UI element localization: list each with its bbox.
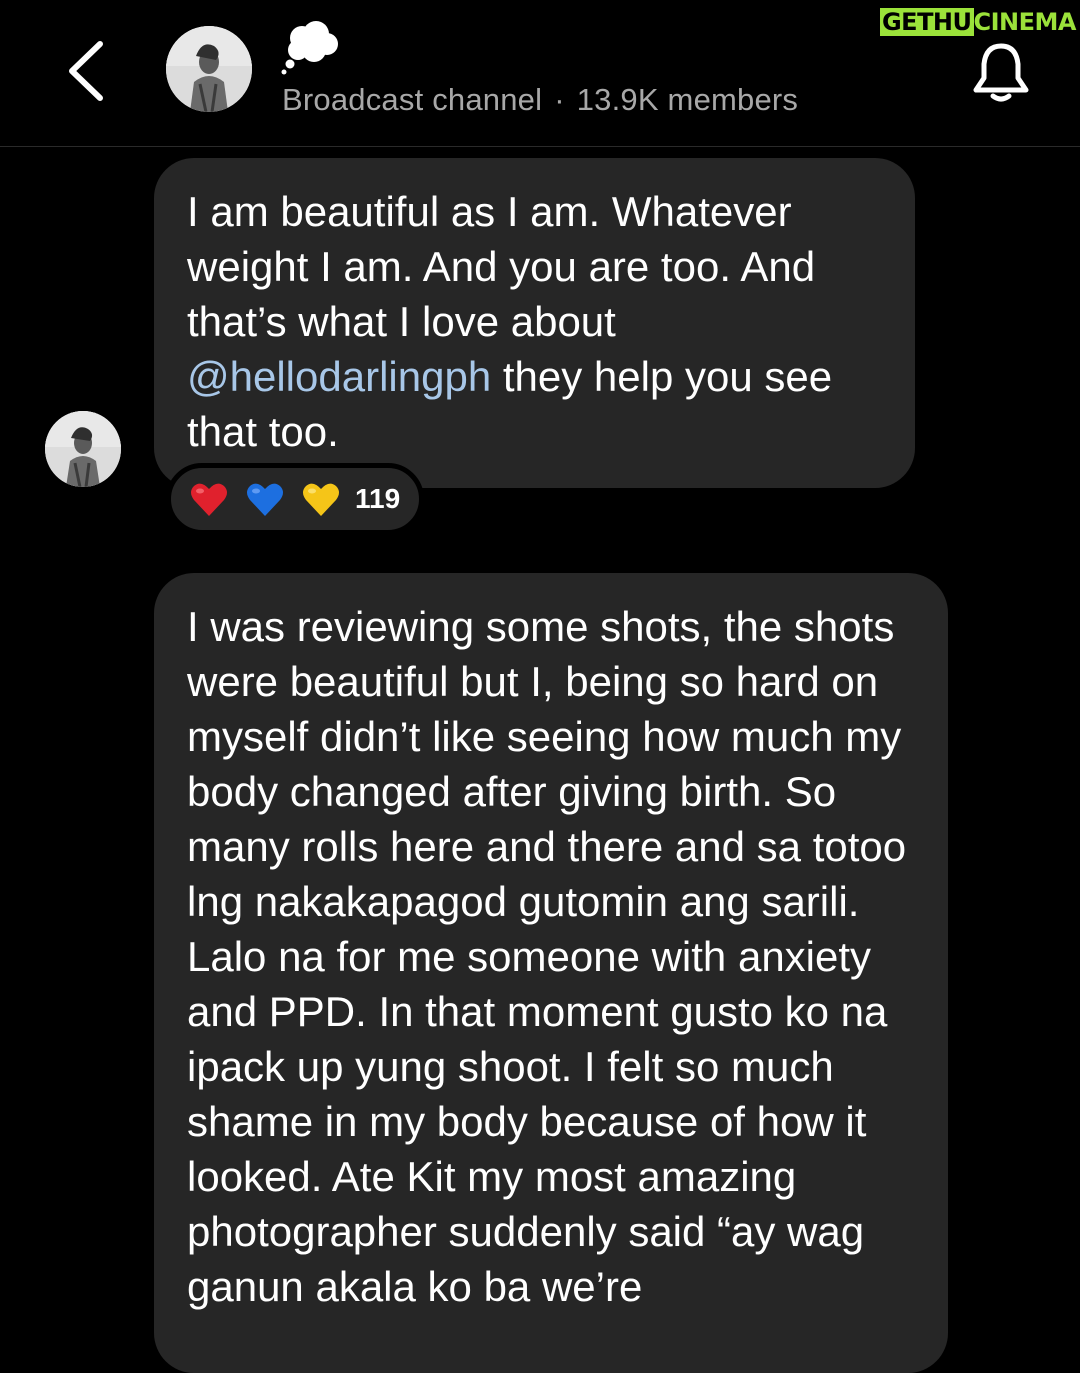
message-text: I was reviewing some shots, the shots we… — [187, 603, 907, 1310]
member-count: 13.9K members — [576, 82, 799, 117]
bell-icon — [973, 43, 1029, 102]
back-button[interactable] — [60, 36, 120, 106]
channel-header: Broadcast channel · 13.9K members GETHUCIN… — [0, 0, 1080, 147]
yellow-heart-icon — [303, 483, 339, 516]
avatar-photo — [166, 26, 252, 112]
sender-avatar[interactable] — [45, 411, 121, 487]
channel-subtitle: Broadcast channel · 13.9K members — [282, 82, 798, 118]
channel-type-label: Broadcast channel — [282, 82, 543, 117]
message-bubble[interactable]: I was reviewing some shots, the shots we… — [154, 573, 948, 1373]
mention-link[interactable]: @hellodarlingph — [187, 353, 491, 400]
message-text: I am beautiful as I am. Whatever weight … — [187, 188, 816, 345]
avatar-photo — [45, 411, 121, 487]
blue-heart-icon — [247, 483, 283, 516]
reaction-bar[interactable]: 119 — [166, 463, 424, 535]
thought-balloon-icon — [280, 18, 342, 76]
notifications-button[interactable] — [968, 40, 1034, 106]
reaction-count: 119 — [355, 483, 401, 514]
message-bubble[interactable]: I am beautiful as I am. Whatever weight … — [154, 158, 915, 488]
channel-avatar[interactable] — [166, 26, 252, 112]
chevron-left-icon — [69, 41, 103, 101]
watermark-part1: GETHU — [879, 8, 974, 36]
red-heart-icon — [191, 483, 227, 516]
watermark-part2: CINEMA — [973, 8, 1077, 36]
watermark-logo: GETHUCINEMA — [879, 8, 1077, 36]
separator-dot: · — [554, 82, 565, 117]
